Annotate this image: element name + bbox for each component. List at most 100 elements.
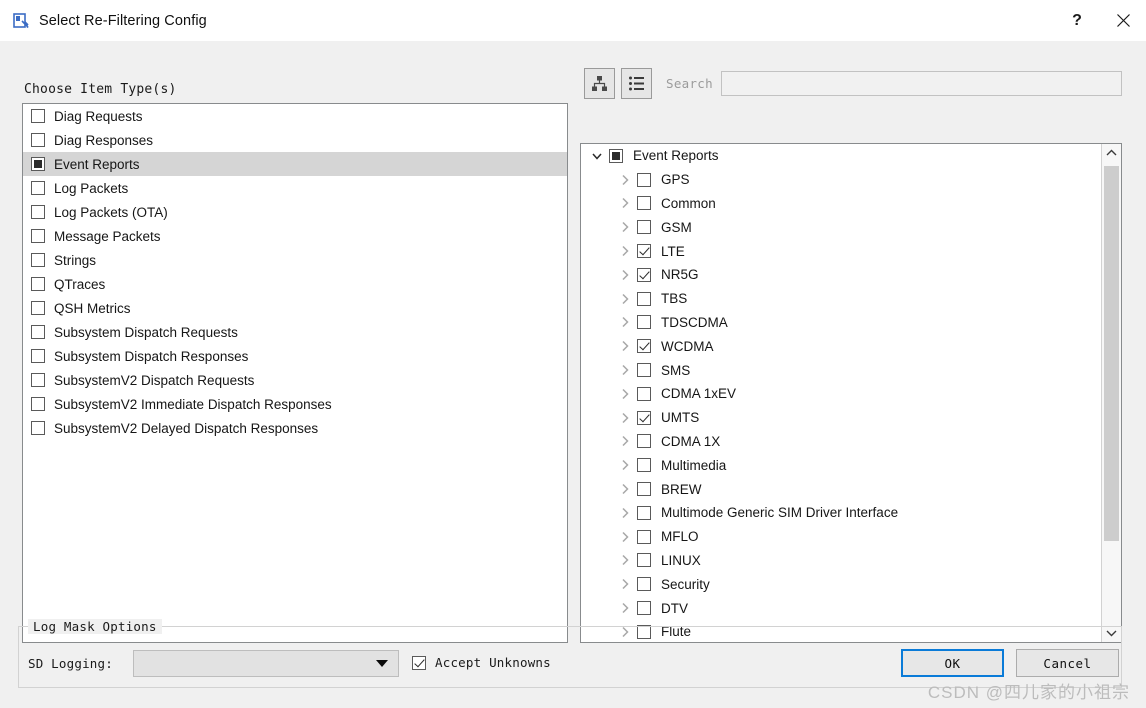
item-type-row[interactable]: QTraces (23, 272, 567, 296)
tree-row[interactable]: Multimedia (581, 453, 1100, 477)
chevron-right-icon[interactable] (617, 412, 632, 424)
chevron-down-icon[interactable] (589, 150, 604, 162)
item-type-checkbox[interactable] (31, 421, 45, 435)
tree-node-checkbox[interactable] (637, 196, 651, 211)
tree-node-checkbox[interactable] (637, 577, 651, 592)
tree-node-checkbox[interactable] (637, 220, 651, 235)
item-type-checkbox[interactable] (31, 373, 45, 387)
item-type-row[interactable]: SubsystemV2 Immediate Dispatch Responses (23, 392, 567, 416)
list-view-icon[interactable] (621, 67, 652, 99)
chevron-right-icon[interactable] (617, 602, 632, 614)
item-type-row[interactable]: Event Reports (23, 152, 567, 176)
chevron-right-icon[interactable] (617, 293, 632, 305)
item-type-checkbox[interactable] (31, 229, 45, 243)
item-type-checkbox[interactable] (31, 397, 45, 411)
tree-row[interactable]: GPS (581, 168, 1100, 192)
chevron-right-icon[interactable] (617, 316, 632, 328)
item-type-checkbox[interactable] (31, 133, 45, 147)
tree-row[interactable]: NR5G (581, 263, 1100, 287)
tree-row[interactable]: CDMA 1X (581, 430, 1100, 454)
item-type-list[interactable]: Diag Requests Diag Responses Event Reports… (22, 103, 568, 643)
tree-view-icon[interactable] (584, 67, 615, 99)
tree-row[interactable]: Common (581, 192, 1100, 216)
tree-row[interactable]: TBS (581, 287, 1100, 311)
tree-node-checkbox[interactable] (637, 172, 651, 187)
chevron-right-icon[interactable] (617, 578, 632, 590)
chevron-right-icon[interactable] (617, 554, 632, 566)
tree-node-checkbox[interactable] (637, 410, 651, 425)
tree-row[interactable]: LTE (581, 239, 1100, 263)
tree-row[interactable]: WCDMA (581, 334, 1100, 358)
item-type-row[interactable]: Message Packets (23, 224, 567, 248)
chevron-right-icon[interactable] (617, 174, 632, 186)
tree-row[interactable]: Multimode Generic SIM Driver Interface (581, 501, 1100, 525)
tree-row[interactable]: LINUX (581, 549, 1100, 573)
tree-node-checkbox[interactable] (637, 315, 651, 330)
chevron-right-icon[interactable] (617, 483, 632, 495)
item-type-row[interactable]: Log Packets (23, 176, 567, 200)
tree-node-checkbox[interactable] (637, 244, 651, 259)
chevron-right-icon[interactable] (617, 364, 632, 376)
cancel-button[interactable]: Cancel (1016, 649, 1119, 677)
chevron-right-icon[interactable] (617, 221, 632, 233)
tree-node-checkbox[interactable] (637, 291, 651, 306)
item-type-checkbox[interactable] (31, 349, 45, 363)
scrollbar-thumb[interactable] (1104, 166, 1119, 541)
item-type-checkbox[interactable] (31, 157, 45, 171)
ok-button[interactable]: OK (901, 649, 1004, 677)
help-button[interactable]: ? (1054, 0, 1100, 41)
tree-node-checkbox[interactable] (637, 386, 651, 401)
tree-row[interactable]: BREW (581, 477, 1100, 501)
close-icon[interactable] (1100, 0, 1146, 41)
chevron-right-icon[interactable] (617, 459, 632, 471)
tree-row[interactable]: MFLO (581, 525, 1100, 549)
accept-unknowns-checkbox[interactable]: Accept Unknowns (412, 655, 551, 670)
tree-node-checkbox[interactable] (609, 148, 623, 163)
item-type-checkbox[interactable] (31, 205, 45, 219)
tree-row[interactable]: TDSCDMA (581, 311, 1100, 335)
item-type-row[interactable]: QSH Metrics (23, 296, 567, 320)
chevron-right-icon[interactable] (617, 435, 632, 447)
item-type-row[interactable]: Log Packets (OTA) (23, 200, 567, 224)
item-type-checkbox[interactable] (31, 277, 45, 291)
tree-node-checkbox[interactable] (637, 553, 651, 568)
chevron-right-icon[interactable] (617, 507, 632, 519)
tree-row[interactable]: Security (581, 572, 1100, 596)
tree-node-checkbox[interactable] (637, 363, 651, 378)
item-type-row[interactable]: SubsystemV2 Dispatch Requests (23, 368, 567, 392)
tree-node-checkbox[interactable] (637, 458, 651, 473)
item-type-checkbox[interactable] (31, 301, 45, 315)
tree-row[interactable]: Event Reports (581, 144, 1100, 168)
tree-node-checkbox[interactable] (637, 434, 651, 449)
item-type-checkbox[interactable] (31, 325, 45, 339)
chevron-right-icon[interactable] (617, 269, 632, 281)
tree-row[interactable]: GSM (581, 215, 1100, 239)
tree-node-checkbox[interactable] (637, 482, 651, 497)
tree-node-checkbox[interactable] (637, 267, 651, 282)
tree-row[interactable]: CDMA 1xEV (581, 382, 1100, 406)
item-type-row[interactable]: Subsystem Dispatch Responses (23, 344, 567, 368)
tree-row[interactable]: SMS (581, 358, 1100, 382)
tree-node-checkbox[interactable] (637, 505, 651, 520)
item-type-row[interactable]: Subsystem Dispatch Requests (23, 320, 567, 344)
scroll-up-icon[interactable] (1102, 144, 1121, 162)
chevron-right-icon[interactable] (617, 531, 632, 543)
tree-node-checkbox[interactable] (637, 601, 651, 616)
tree-node-checkbox[interactable] (637, 529, 651, 544)
item-type-checkbox[interactable] (31, 181, 45, 195)
item-type-row[interactable]: Strings (23, 248, 567, 272)
item-type-checkbox[interactable] (31, 253, 45, 267)
chevron-right-icon[interactable] (617, 245, 632, 257)
tree-row[interactable]: DTV (581, 596, 1100, 620)
tree-row[interactable]: UMTS (581, 406, 1100, 430)
item-type-row[interactable]: Diag Requests (23, 104, 567, 128)
event-reports-tree[interactable]: Event Reports GPS Common GSM LTE NR5G TBS TDSCD… (580, 143, 1122, 643)
item-type-checkbox[interactable] (31, 109, 45, 123)
chevron-right-icon[interactable] (617, 388, 632, 400)
item-type-row[interactable]: Diag Responses (23, 128, 567, 152)
tree-node-checkbox[interactable] (637, 339, 651, 354)
item-type-row[interactable]: SubsystemV2 Delayed Dispatch Responses (23, 416, 567, 440)
chevron-right-icon[interactable] (617, 340, 632, 352)
search-input[interactable] (720, 70, 1122, 96)
sd-logging-dropdown[interactable] (133, 650, 399, 677)
